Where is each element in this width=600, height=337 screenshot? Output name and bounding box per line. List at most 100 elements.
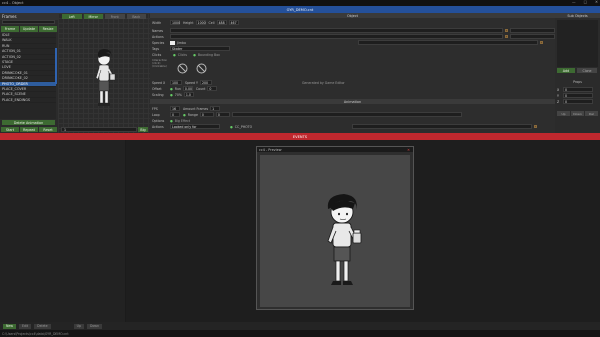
cell-y-field[interactable]: 467: [228, 20, 239, 25]
events-list[interactable]: [0, 140, 125, 322]
list-scrollbar[interactable]: [55, 48, 57, 84]
left-panel-tabs: Frame Update Resize: [0, 25, 58, 33]
mirror-view-button[interactable]: Mirror: [83, 14, 103, 19]
cell-x-field[interactable]: 488: [216, 20, 227, 25]
update-tab[interactable]: Update: [20, 26, 38, 32]
sub-object-actions: Up Down Del: [557, 111, 598, 116]
left-panel-title: Frames: [0, 13, 58, 20]
fps-field[interactable]: 16: [170, 106, 180, 111]
move-event-down-button[interactable]: Down: [86, 323, 103, 329]
move-event-up-button[interactable]: Up: [73, 323, 84, 329]
speed-x-field[interactable]: 100: [170, 80, 182, 85]
preview-title: cc4 - Preview: [259, 147, 282, 152]
scaling-label: Scaling: [152, 92, 164, 97]
preview-close-icon[interactable]: ✕: [407, 148, 410, 152]
speed-y-field[interactable]: 200: [199, 80, 212, 85]
scaling-check-icon[interactable]: ●: [170, 93, 173, 97]
options-check-icon[interactable]: ●: [170, 119, 173, 123]
events-title: EVENTS: [292, 134, 308, 139]
back-view-button[interactable]: Back: [126, 14, 146, 19]
frame-tab[interactable]: Frame: [1, 26, 19, 32]
prop-x-field[interactable]: 0: [563, 87, 593, 92]
generated-note: Generated by Game Editor: [301, 80, 345, 85]
playback-buttons: Start Repeat Reset: [1, 127, 57, 132]
clicks-check-icon[interactable]: ●: [173, 53, 176, 57]
actions-field[interactable]: [170, 34, 503, 39]
list-item[interactable]: PLACE_ENDINGS: [0, 98, 56, 104]
run-field[interactable]: 0.00: [182, 86, 193, 91]
names-edit-icon[interactable]: [505, 29, 508, 32]
window-title: cc4 - Object: [2, 1, 24, 5]
bounding-box-check-icon[interactable]: ●: [193, 53, 196, 57]
delete-event-button[interactable]: Delete: [34, 323, 51, 329]
species-field[interactable]: [357, 40, 538, 45]
character-sprite: [327, 194, 362, 285]
actions-extra-field[interactable]: [510, 34, 555, 39]
scaling-field[interactable]: 1.0: [183, 92, 194, 97]
amount-frames-label: Amount Frames: [183, 106, 209, 111]
edit-event-button[interactable]: Edit: [18, 323, 32, 329]
range-a-field[interactable]: 0: [199, 112, 214, 117]
names-extra-field[interactable]: [510, 28, 555, 33]
new-event-button[interactable]: New: [3, 323, 16, 329]
clone-sub-object-button[interactable]: Clone: [577, 68, 597, 73]
events-header[interactable]: EVENTS: [0, 133, 600, 140]
sub-objects-panel: Sub Objects Add Clone Props X0 Y0 Z0 Up …: [555, 13, 600, 133]
move-down-button[interactable]: Down: [571, 111, 584, 116]
prop-z-field[interactable]: 0: [563, 99, 593, 104]
sub-objects-list[interactable]: [557, 20, 598, 67]
options-value: Big Effect: [174, 118, 191, 123]
run-label: Run: [174, 86, 181, 91]
resize-tab[interactable]: Resize: [39, 26, 57, 32]
tags-field[interactable]: Skater: [170, 46, 230, 51]
add-sub-object-button[interactable]: Add: [557, 68, 575, 73]
maximize-button[interactable]: □: [584, 0, 587, 4]
front-view-button[interactable]: Front: [105, 14, 125, 19]
frame-slider[interactable]: 1: [61, 127, 137, 132]
file-title: GYR_DEMO.cnt: [286, 7, 314, 12]
interaction-label: Interaction (click) (Clickable): [152, 58, 168, 69]
height-field[interactable]: 1000: [195, 20, 206, 25]
props-list: X0 Y0 Z0: [557, 87, 598, 104]
species-label: Species: [152, 40, 165, 45]
actions-label: Actions: [152, 34, 164, 39]
species-value: Jimbo: [177, 40, 186, 45]
offset-check-icon[interactable]: ●: [170, 87, 173, 91]
species-color-swatch[interactable]: [170, 40, 175, 45]
delete-sub-object-button[interactable]: Del: [585, 111, 598, 116]
range-extra-field[interactable]: [231, 112, 462, 117]
move-up-button[interactable]: Up: [557, 111, 570, 116]
loop-field[interactable]: 0: [170, 112, 180, 117]
actions-edit-icon[interactable]: [505, 35, 508, 38]
ptr-extra-field[interactable]: [352, 124, 533, 129]
ptr-check-icon[interactable]: ●: [230, 125, 233, 129]
events-toolbar: New Edit Delete Up Down: [0, 322, 600, 330]
count-field[interactable]: 0: [207, 86, 218, 91]
file-title-bar: GYR_DEMO.cnt: [0, 6, 600, 13]
names-field[interactable]: [170, 28, 503, 33]
delete-animation-button[interactable]: Delete Animation: [2, 120, 55, 125]
reset-button[interactable]: Reset: [39, 127, 57, 132]
minimize-button[interactable]: —: [572, 0, 576, 4]
tags-label: Tags: [152, 46, 160, 51]
start-button[interactable]: Start: [1, 127, 19, 132]
amount-frames-field[interactable]: 1: [210, 106, 221, 111]
ptr-edit-icon[interactable]: [534, 125, 538, 128]
no-symbol-icon[interactable]: [196, 63, 207, 74]
preview-titlebar[interactable]: cc4 - Preview ✕: [257, 147, 413, 152]
close-button[interactable]: ✕: [595, 0, 598, 4]
big-button[interactable]: Big: [138, 127, 148, 132]
species-edit-icon[interactable]: [539, 41, 543, 44]
loop-label: Loop: [152, 112, 160, 117]
repeat-button[interactable]: Repeat: [20, 127, 38, 132]
range-check-icon[interactable]: ●: [183, 113, 186, 117]
range-b-field[interactable]: 0: [215, 112, 230, 117]
prop-y-field[interactable]: 0: [563, 93, 593, 98]
frames-filter-input[interactable]: [2, 20, 55, 24]
speed-x-label: Speed X: [152, 80, 166, 85]
no-symbol-icon[interactable]: [177, 63, 188, 74]
width-field[interactable]: 1000: [170, 20, 180, 25]
left-view-button[interactable]: Left: [62, 14, 82, 19]
anim-actions-field[interactable]: Looked only for: [170, 124, 220, 129]
fps-label: FPS: [152, 106, 158, 111]
